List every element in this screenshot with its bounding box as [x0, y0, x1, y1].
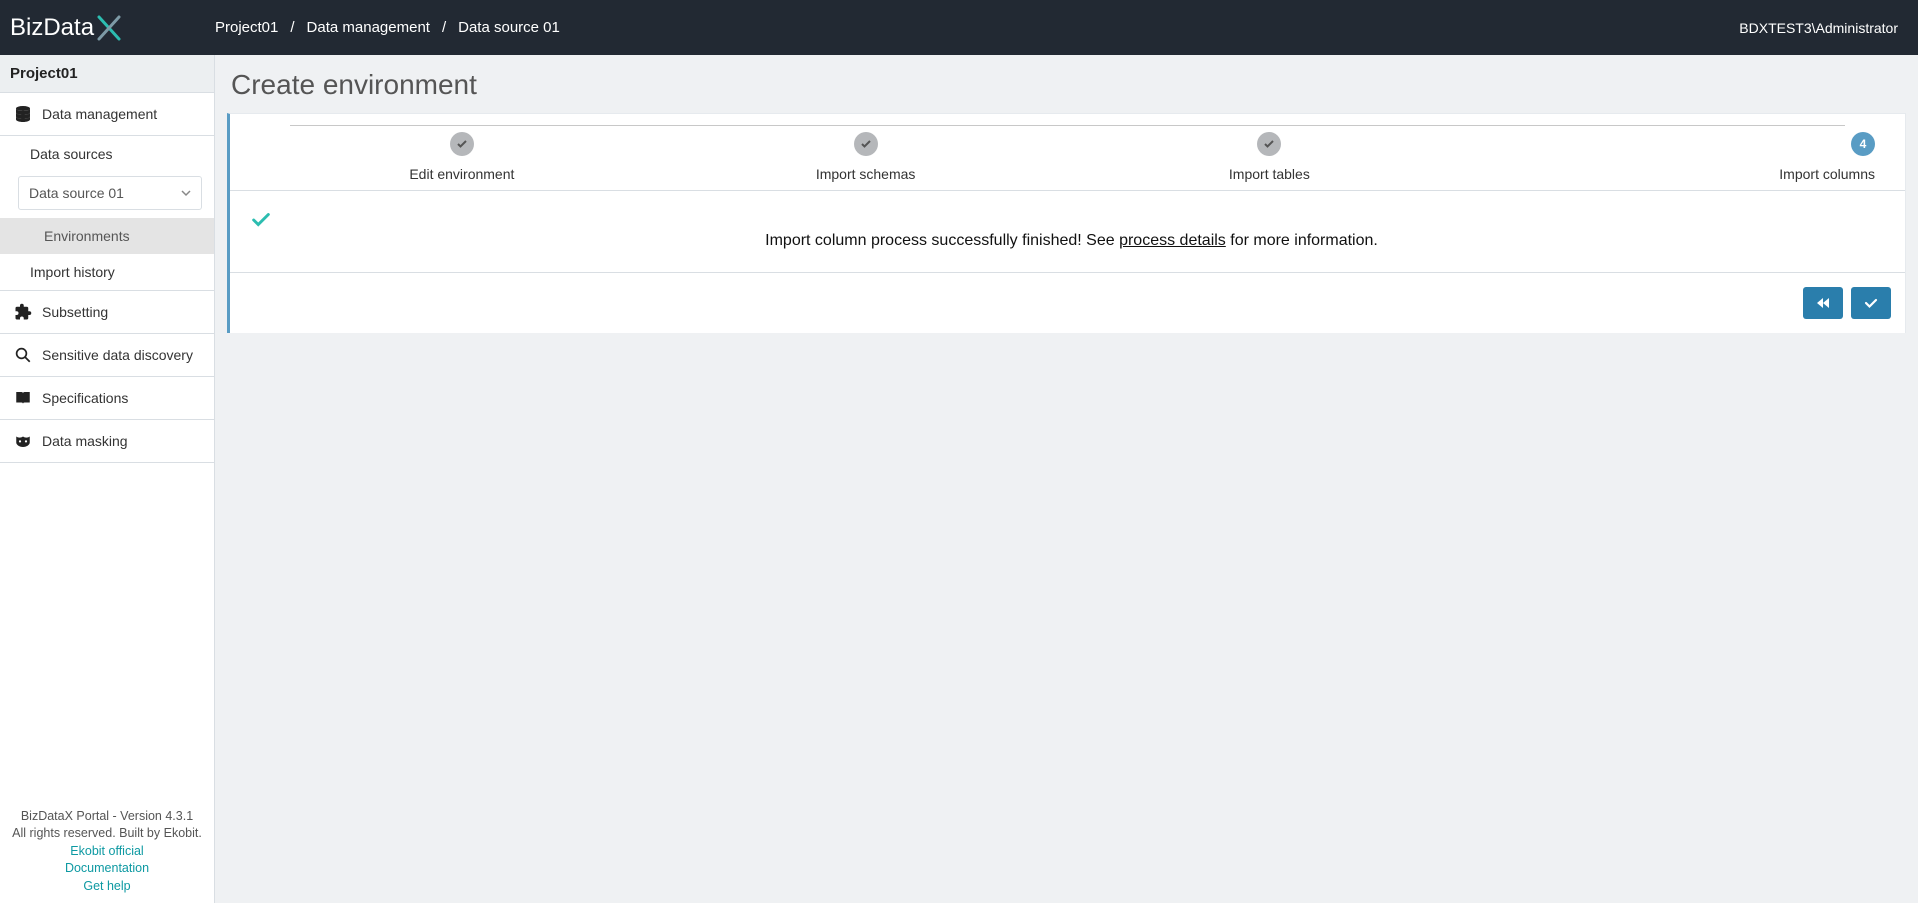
- step-label: Import columns: [1471, 166, 1875, 182]
- step-connector: [290, 125, 1845, 126]
- sidebar-item-sensitive-discovery[interactable]: Sensitive data discovery: [0, 334, 214, 377]
- chevron-down-icon: [181, 188, 191, 198]
- status-text-prefix: Import column process successfully finis…: [765, 232, 1119, 249]
- footer-version: BizDataX Portal - Version 4.3.1: [0, 808, 214, 826]
- sidebar-item-data-masking[interactable]: Data masking: [0, 420, 214, 463]
- status-message: Import column process successfully finis…: [230, 191, 1905, 273]
- database-icon: [12, 105, 34, 123]
- sidebar-item-label: Subsetting: [42, 304, 108, 320]
- sidebar-item-data-management[interactable]: Data management: [0, 93, 214, 136]
- breadcrumb: Project01 / Data management / Data sourc…: [215, 19, 560, 36]
- user-label[interactable]: BDXTEST3\Administrator: [1739, 20, 1898, 36]
- logo-text: BizData: [10, 14, 94, 42]
- sidebar-sub-data-sources[interactable]: Data sources: [0, 136, 214, 172]
- wizard-steps: Edit environment Import schemas Import t…: [230, 114, 1905, 191]
- breadcrumb-separator: /: [442, 19, 446, 36]
- breadcrumb-separator: /: [290, 19, 294, 36]
- datasource-selected: Data source 01: [29, 185, 124, 201]
- sidebar-item-subsetting[interactable]: Subsetting: [0, 291, 214, 334]
- sidebar-sub-environments[interactable]: Environments: [0, 218, 214, 254]
- status-text-suffix: for more information.: [1226, 232, 1378, 249]
- search-icon: [12, 346, 34, 364]
- sidebar-item-label: Specifications: [42, 390, 128, 406]
- breadcrumb-datasource[interactable]: Data source 01: [458, 19, 560, 36]
- rewind-icon: [1815, 295, 1831, 311]
- footer-link-help[interactable]: Get help: [0, 878, 214, 896]
- step-label: Edit environment: [260, 166, 664, 182]
- check-icon: [854, 132, 878, 156]
- sidebar: Project01 Data management Data sources D…: [0, 55, 215, 903]
- sidebar-datasource-select-wrap: Data source 01: [0, 172, 214, 218]
- logo[interactable]: BizData: [10, 13, 190, 43]
- topbar: BizData Project01 / Data management / Da…: [0, 0, 1918, 55]
- step-label: Import schemas: [664, 166, 1068, 182]
- finish-button[interactable]: [1851, 287, 1891, 319]
- sidebar-item-label: Data masking: [42, 433, 128, 449]
- step-import-tables[interactable]: Import tables: [1068, 132, 1472, 182]
- mask-icon: [12, 432, 34, 450]
- back-button[interactable]: [1803, 287, 1843, 319]
- check-icon: [1257, 132, 1281, 156]
- footer-copyright: All rights reserved. Built by Ekobit.: [0, 825, 214, 843]
- step-label: Import tables: [1068, 166, 1472, 182]
- step-import-schemas[interactable]: Import schemas: [664, 132, 1068, 182]
- step-import-columns[interactable]: 4 Import columns: [1471, 132, 1875, 182]
- sidebar-footer: BizDataX Portal - Version 4.3.1 All righ…: [0, 808, 214, 896]
- footer-link-ekobit[interactable]: Ekobit official: [0, 843, 214, 861]
- breadcrumb-project[interactable]: Project01: [215, 19, 278, 36]
- step-number-badge: 4: [1851, 132, 1875, 156]
- sidebar-sub-import-history[interactable]: Import history: [0, 254, 214, 291]
- success-check-icon: [250, 209, 1885, 231]
- book-icon: [12, 389, 34, 407]
- breadcrumb-data-management[interactable]: Data management: [307, 19, 430, 36]
- page-title: Create environment: [231, 69, 1906, 101]
- sidebar-item-label: Data management: [42, 106, 157, 122]
- wizard-action-bar: [230, 273, 1905, 333]
- sidebar-project-header[interactable]: Project01: [0, 55, 214, 93]
- puzzle-icon: [12, 303, 34, 321]
- check-icon: [1863, 295, 1879, 311]
- process-details-link[interactable]: process details: [1119, 232, 1226, 249]
- step-edit-environment[interactable]: Edit environment: [260, 132, 664, 182]
- sidebar-datasource-select[interactable]: Data source 01: [18, 176, 202, 210]
- main: Create environment Edit environment Impo…: [215, 55, 1918, 903]
- check-icon: [450, 132, 474, 156]
- footer-link-docs[interactable]: Documentation: [0, 860, 214, 878]
- wizard-card: Edit environment Import schemas Import t…: [227, 113, 1906, 333]
- sidebar-item-label: Sensitive data discovery: [42, 347, 193, 363]
- logo-x-icon: [94, 13, 124, 43]
- sidebar-item-specifications[interactable]: Specifications: [0, 377, 214, 420]
